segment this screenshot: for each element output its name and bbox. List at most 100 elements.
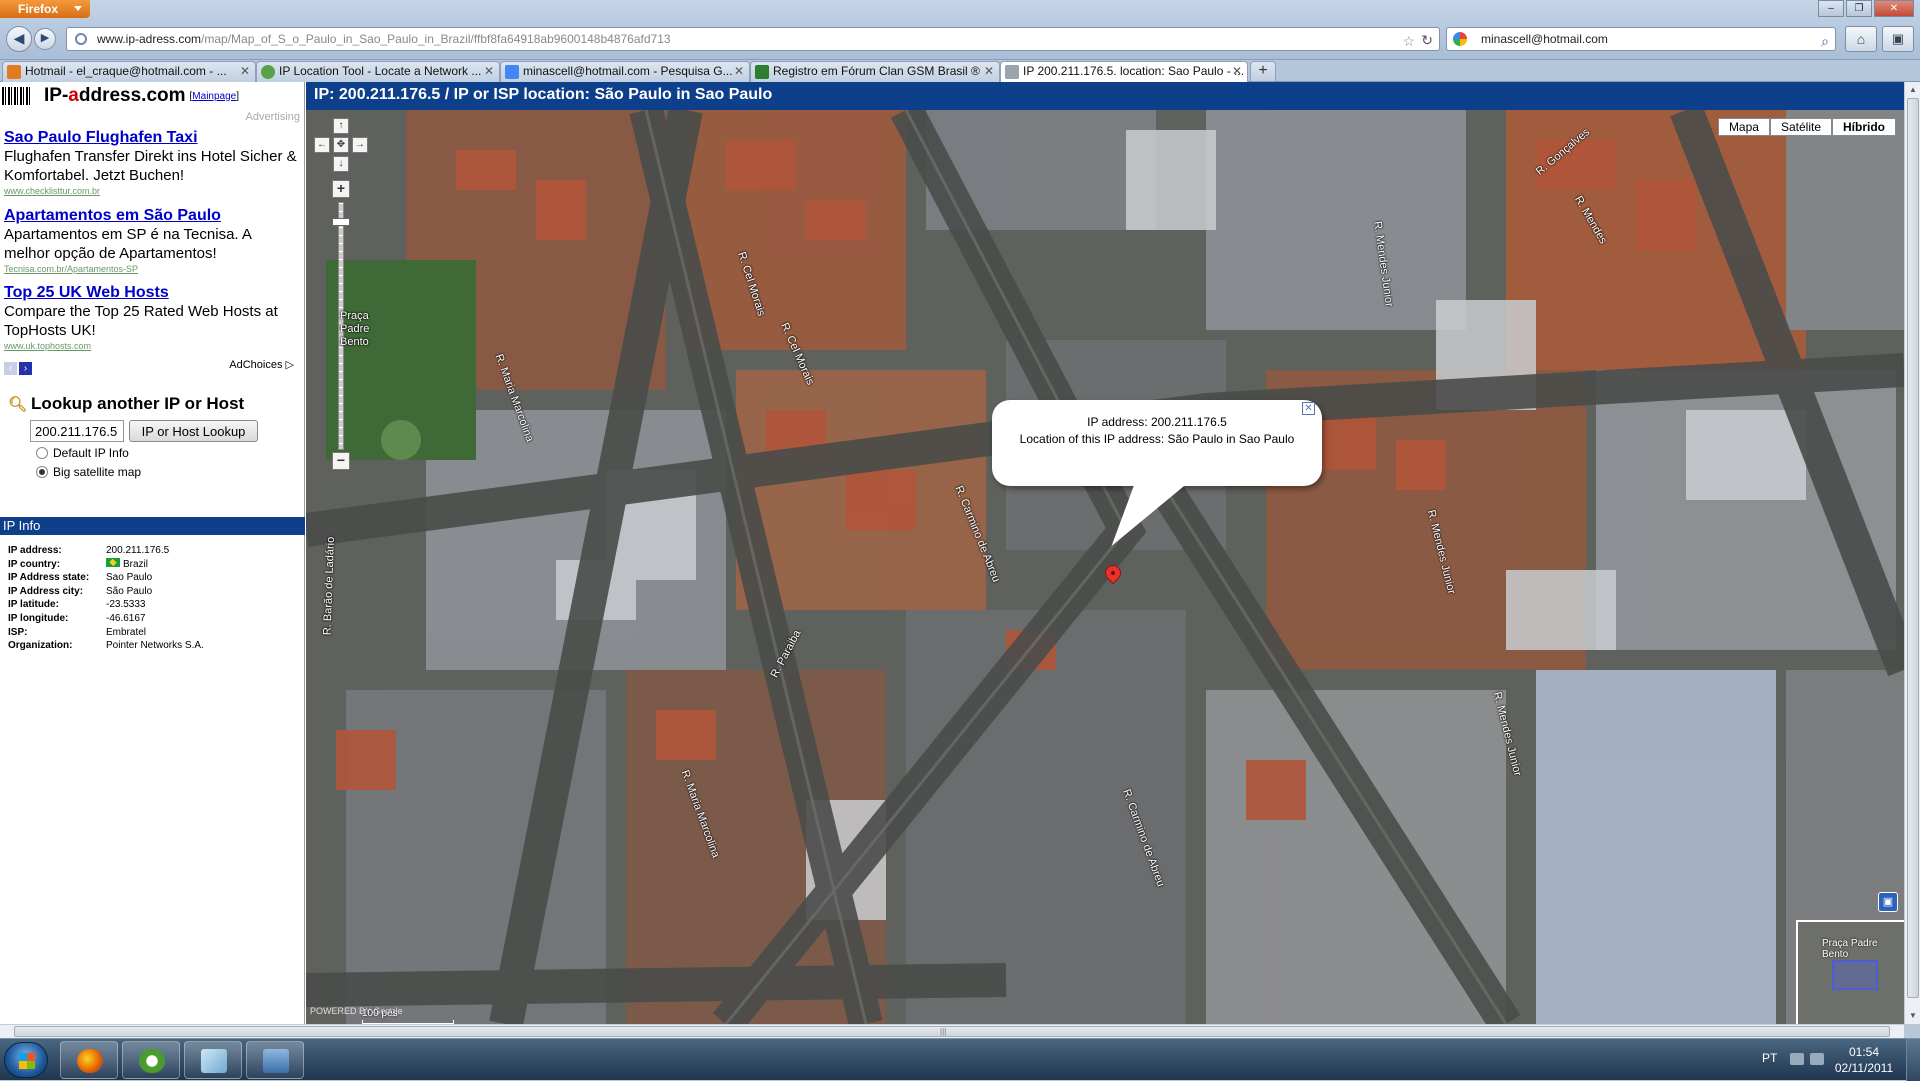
close-tab-icon[interactable]: ✕ <box>484 62 494 81</box>
close-tab-icon[interactable]: ✕ <box>734 62 744 81</box>
web-page: IP-a ddress.com [Mainpage] Advertising Sa… <box>0 82 1904 1024</box>
zoom-out-button[interactable]: − <box>332 452 350 470</box>
ad-pager: ‹ › <box>4 358 34 376</box>
tab-google-search[interactable]: minascell@hotmail.com - Pesquisa G... ✕ <box>500 61 750 82</box>
pan-right-icon[interactable]: → <box>352 137 368 153</box>
lookup-button[interactable]: IP or Host Lookup <box>129 420 258 442</box>
pan-up-icon[interactable]: ↑ <box>333 118 349 134</box>
tab-label: Hotmail - el_craque@hotmail.com - ... <box>25 64 227 78</box>
new-tab-button[interactable]: + <box>1250 61 1276 82</box>
ad-block[interactable]: Top 25 UK Web Hosts Compare the Top 25 R… <box>4 283 299 352</box>
ip-info-key: IP Address state: <box>8 572 90 584</box>
vertical-scrollbar[interactable]: ▲ ▼ <box>1904 82 1920 1024</box>
taskbar-firefox[interactable] <box>60 1041 118 1079</box>
home-button[interactable]: ⌂ <box>1845 26 1877 52</box>
url-bar[interactable]: www.ip-adress.com/map/Map_of_S_o_Paulo_i… <box>66 27 1440 51</box>
bus-icon[interactable]: ▣ <box>1878 892 1898 912</box>
search-box[interactable]: minascell@hotmail.com ⌕ <box>1446 27 1836 51</box>
pan-control[interactable]: ↑ ← ✥ → ↓ <box>314 118 368 178</box>
utorrent-icon <box>139 1049 165 1073</box>
minimize-button[interactable]: – <box>1818 0 1844 17</box>
forward-button[interactable]: ▶ <box>34 28 56 50</box>
language-indicator[interactable]: PT <box>1762 1051 1777 1065</box>
mainpage-link-wrap: [Mainpage] <box>189 90 239 102</box>
zoom-handle[interactable] <box>332 218 350 226</box>
show-desktop-button[interactable] <box>1906 1039 1920 1081</box>
maximize-button[interactable]: ❐ <box>1846 0 1872 17</box>
ad-title[interactable]: Apartamentos em São Paulo <box>4 206 299 225</box>
map-type-hibrido[interactable]: Híbrido <box>1832 118 1896 136</box>
taskbar-utorrent[interactable] <box>122 1041 180 1079</box>
firefox-icon <box>77 1049 103 1073</box>
ip-info-row: IP longitude: -46.6167 <box>8 612 204 626</box>
overview-viewport[interactable] <box>1832 960 1878 990</box>
satellite-map[interactable]: ↑ ← ✥ → ↓ + − Mapa Satélite Híbrido R. C… <box>306 110 1904 1024</box>
map-type-mapa[interactable]: Mapa <box>1717 118 1770 136</box>
reload-icon[interactable]: ↻ <box>1421 29 1433 51</box>
ip-input[interactable] <box>30 420 124 442</box>
tab-ip-location-tool[interactable]: IP Location Tool - Locate a Network ... ✕ <box>256 61 500 82</box>
brazil-flag-icon <box>106 557 120 567</box>
radio-big-satellite-map[interactable]: Big satellite map <box>36 465 141 479</box>
firefox-menu-button[interactable]: Firefox <box>0 0 90 18</box>
close-tab-icon[interactable]: ✕ <box>1232 62 1242 81</box>
radio-label: Big satellite map <box>53 465 142 479</box>
pan-down-icon[interactable]: ↓ <box>333 156 349 172</box>
radio-unselected[interactable] <box>36 447 48 459</box>
close-window-button[interactable]: ✕ <box>1874 0 1914 17</box>
pan-center-icon[interactable]: ✥ <box>333 137 349 153</box>
site-logo[interactable]: IP-a ddress.com [Mainpage] <box>2 85 239 107</box>
ip-info-row: ISP: Embratel <box>8 626 204 640</box>
radio-selected[interactable] <box>36 466 48 478</box>
scroll-up-icon[interactable]: ▲ <box>1905 82 1920 98</box>
ad-title[interactable]: Top 25 UK Web Hosts <box>4 283 299 302</box>
search-icon[interactable]: ⌕ <box>1821 30 1829 52</box>
ad-url[interactable]: www.checklisttur.com.br <box>4 185 299 197</box>
adchoices-link[interactable]: AdChoices ▷ <box>229 358 294 371</box>
close-icon[interactable]: ✕ <box>1302 402 1315 415</box>
tab-ip-location-active[interactable]: IP 200.211.176.5. location: Sao Paulo - … <box>1000 61 1248 83</box>
mainpage-link[interactable]: Mainpage <box>192 91 236 102</box>
ad-prev-icon[interactable]: ‹ <box>4 362 17 375</box>
search-value: minascell@hotmail.com <box>1481 32 1608 46</box>
taskbar-app[interactable] <box>184 1041 242 1079</box>
close-tab-icon[interactable]: ✕ <box>984 62 994 81</box>
ip-info-value: -23.5333 <box>106 599 146 611</box>
clock[interactable]: 01:54 02/11/2011 <box>1832 1044 1896 1076</box>
ad-next-icon[interactable]: › <box>19 362 32 375</box>
close-tab-icon[interactable]: ✕ <box>240 62 250 81</box>
scroll-thumb[interactable] <box>1907 98 1919 998</box>
start-button[interactable] <box>4 1042 48 1078</box>
network-icon[interactable] <box>1810 1053 1824 1065</box>
radio-default-ip-info[interactable]: Default IP Info <box>36 446 129 460</box>
ad-url[interactable]: Tecnisa.com.br/Apartamentos-SP <box>4 263 299 275</box>
tab-hotmail[interactable]: Hotmail - el_craque@hotmail.com - ... ✕ <box>2 61 256 82</box>
tab-forum-clan-gsm[interactable]: Registro em Fórum Clan GSM Brasil ® ✕ <box>750 61 1000 82</box>
clock-date: 02/11/2011 <box>1834 1061 1894 1075</box>
magnifier-icon: 🔍︎ <box>8 396 28 413</box>
taskbar-app[interactable] <box>246 1041 304 1079</box>
ip-info-row: IP Address city: São Paulo <box>8 585 204 599</box>
addon-button[interactable]: ▣ <box>1882 26 1914 52</box>
page-favicon-icon <box>1005 65 1019 79</box>
scroll-thumb[interactable] <box>14 1026 1890 1037</box>
ip-info-table: IP address: 200.211.176.5 IP country: Braz… <box>8 544 204 653</box>
battery-icon[interactable] <box>1790 1053 1804 1065</box>
overview-map[interactable]: Praça Padre Bento <box>1796 920 1904 1024</box>
bookmark-star-icon[interactable]: ☆ <box>1402 30 1415 52</box>
ad-block[interactable]: Sao Paulo Flughafen Taxi Flughafen Trans… <box>4 128 299 197</box>
map-type-satelite[interactable]: Satélite <box>1769 118 1832 136</box>
taskbar: PT 01:54 02/11/2011 <box>0 1038 1920 1081</box>
satellite-imagery[interactable] <box>306 110 1904 1024</box>
ad-title[interactable]: Sao Paulo Flughafen Taxi <box>4 128 299 147</box>
ad-url[interactable]: www.uk.tophosts.com <box>4 340 299 352</box>
pan-left-icon[interactable]: ← <box>314 137 330 153</box>
ip-info-key: IP country: <box>8 558 61 570</box>
ad-block[interactable]: Apartamentos em São Paulo Apartamentos e… <box>4 206 299 275</box>
info-location-line: Location of this IP address: São Paulo i… <box>1019 432 1295 446</box>
zoom-in-button[interactable]: + <box>332 180 350 198</box>
back-button[interactable]: ◀ <box>6 26 32 52</box>
ip-info-value: São Paulo <box>106 585 153 597</box>
scroll-down-icon[interactable]: ▼ <box>1905 1008 1920 1024</box>
horizontal-scrollbar[interactable]: ||| <box>0 1024 1904 1038</box>
